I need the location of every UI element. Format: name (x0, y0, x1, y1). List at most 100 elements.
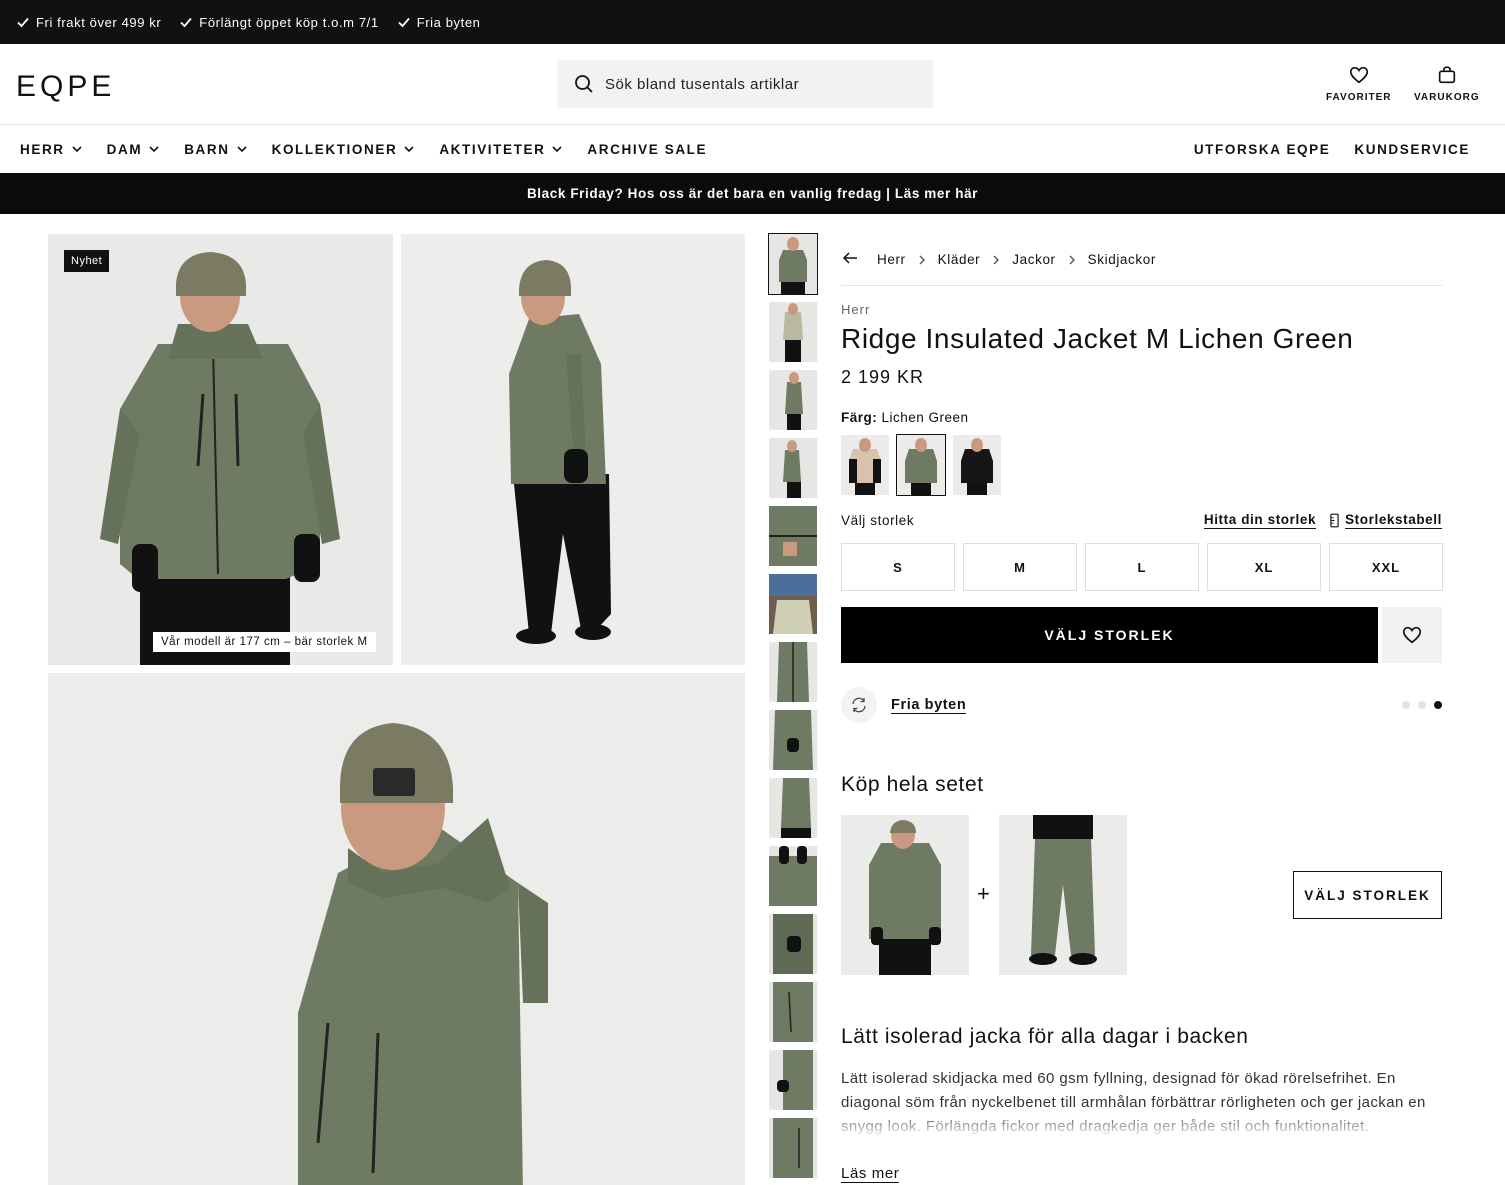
usp-text: Fria byten (416, 14, 481, 30)
nav-label: BARN (184, 141, 230, 157)
usp-text: Förlängt öppet köp t.o.m 7/1 (199, 14, 379, 30)
nav-item-kollektioner[interactable]: KOLLEKTIONER (272, 142, 416, 157)
main-nav: HERR DAM BARN KOLLEKTIONER AKTIVITETER A… (0, 125, 1505, 173)
color-value: Lichen Green (881, 410, 969, 425)
color-swatch-selected[interactable] (896, 434, 946, 496)
size-header: Välj storlek Hitta din storlek Storlekst… (841, 512, 1442, 529)
nav-item-aktiviteter[interactable]: AKTIVITETER (439, 142, 563, 157)
size-option-l[interactable]: L (1085, 543, 1199, 591)
breadcrumb-item[interactable]: Kläder (938, 252, 981, 267)
chevron-down-icon (404, 146, 414, 153)
carousel-dots (1402, 701, 1442, 709)
thumbnail[interactable] (769, 914, 817, 974)
carousel-dot[interactable] (1402, 701, 1410, 709)
set-item-jacket[interactable] (841, 815, 969, 975)
add-to-favorites-button[interactable] (1382, 607, 1442, 663)
set-title: Köp hela setet (841, 773, 984, 796)
breadcrumb-item[interactable]: Herr (877, 252, 906, 267)
search-input[interactable]: Sök bland tusentals artiklar (557, 60, 933, 108)
usp-item: Förlängt öppet köp t.o.m 7/1 (179, 15, 378, 30)
color-swatch[interactable] (953, 435, 1001, 495)
carousel-dot-active[interactable] (1434, 701, 1442, 709)
thumbnail[interactable] (769, 1118, 817, 1178)
check-icon (398, 17, 410, 28)
product-image-closeup[interactable] (48, 673, 745, 1185)
select-size-button[interactable]: VÄLJ STORLEK (841, 607, 1378, 663)
check-icon (17, 17, 29, 28)
logo[interactable]: EQPE (16, 70, 115, 104)
set-item-pants[interactable] (999, 815, 1127, 975)
size-option-s[interactable]: S (841, 543, 955, 591)
cta-row: VÄLJ STORLEK (841, 607, 1442, 663)
thumbnail[interactable] (769, 846, 817, 906)
nav-label: AKTIVITETER (439, 141, 546, 157)
nav-item-barn[interactable]: BARN (184, 142, 247, 157)
product-image-side[interactable] (401, 234, 745, 665)
model-figure-closeup (298, 723, 548, 1185)
heart-icon (1349, 66, 1368, 84)
nav-item-archive-sale[interactable]: ARCHIVE SALE (587, 142, 707, 157)
thumbnail[interactable] (769, 574, 817, 634)
exchange-icon (841, 687, 877, 723)
model-figure (100, 252, 340, 665)
breadcrumb: Herr Kläder Jackor Skidjackor (841, 234, 1442, 286)
usp-link[interactable]: Fria byten (891, 697, 967, 714)
thumbnail[interactable] (769, 642, 817, 702)
thumbnail[interactable] (769, 1050, 817, 1110)
usp-carousel: Fria byten (841, 687, 1442, 723)
ruler-icon (1330, 513, 1339, 528)
product-details: Herr Kläder Jackor Skidjackor Herr Ridge… (841, 234, 1443, 1183)
usp-text: Fri frakt över 499 kr (36, 14, 162, 30)
find-size-link[interactable]: Hitta din storlek (1203, 512, 1317, 529)
carousel-dot[interactable] (1418, 701, 1426, 709)
usp-item: Fri frakt över 499 kr (16, 15, 161, 30)
search-placeholder: Sök bland tusentals artiklar (605, 75, 800, 93)
set-bundle: + VÄLJ STORLEK (841, 815, 1442, 975)
chevron-down-icon (72, 146, 82, 153)
size-option-xxl[interactable]: XXL (1329, 543, 1443, 591)
chevron-right-icon (993, 255, 1000, 264)
breadcrumb-item[interactable]: Skidjackor (1088, 252, 1156, 267)
favorites-label: FAVORITER (1326, 92, 1392, 103)
promo-banner[interactable]: Black Friday? Hos oss är det bara en van… (0, 173, 1505, 214)
nav-item-utforska[interactable]: UTFORSKA EQPE (1194, 142, 1331, 157)
thumbnail[interactable] (769, 370, 817, 430)
set-select-size-button[interactable]: VÄLJ STORLEK (1293, 871, 1442, 919)
nav-item-herr[interactable]: HERR (20, 142, 83, 157)
back-arrow-icon[interactable] (841, 249, 859, 270)
thumbnail[interactable] (769, 982, 817, 1042)
plus-sign: + (977, 881, 990, 906)
product-title: Ridge Insulated Jacket M Lichen Green (841, 323, 1354, 354)
usp-item: Fria byten (397, 15, 481, 30)
model-figure-side (509, 260, 611, 644)
thumbnail[interactable] (769, 506, 817, 566)
size-option-m[interactable]: M (963, 543, 1077, 591)
thumbnail[interactable] (769, 710, 817, 770)
check-icon (180, 17, 192, 28)
nav-item-kundservice[interactable]: KUNDSERVICE (1354, 142, 1470, 157)
nav-label: HERR (20, 141, 65, 157)
chevron-down-icon (237, 146, 247, 153)
thumbnail[interactable] (769, 438, 817, 498)
size-options: S M L XL XXL (841, 543, 1443, 591)
usp-bar: Fri frakt över 499 kr Förlängt öppet köp… (0, 0, 1505, 44)
search-icon (575, 75, 593, 93)
product-image-front[interactable]: Nyhet Vår modell är 177 cm – bär storlek… (48, 234, 393, 665)
cart-button[interactable]: VARUKORG (1414, 64, 1480, 103)
size-option-xl[interactable]: XL (1207, 543, 1321, 591)
color-label-key: Färg: (841, 410, 878, 425)
read-more-link[interactable]: Läs mer (841, 1165, 900, 1183)
thumbnail[interactable] (769, 778, 817, 838)
breadcrumb-item[interactable]: Jackor (1012, 252, 1055, 267)
color-label: Färg: Lichen Green (841, 410, 1442, 425)
site-header: EQPE Sök bland tusentals artiklar FAVORI… (0, 44, 1505, 125)
color-swatches (841, 434, 1442, 496)
bag-icon (1438, 66, 1455, 84)
thumbnail[interactable] (769, 302, 817, 362)
thumbnail[interactable] (768, 233, 818, 295)
size-chart-link[interactable]: Storlekstabell (1330, 512, 1442, 529)
nav-item-dam[interactable]: DAM (107, 142, 161, 157)
chevron-down-icon (552, 146, 562, 153)
color-swatch[interactable] (841, 435, 889, 495)
favorites-button[interactable]: FAVORITER (1326, 64, 1391, 103)
